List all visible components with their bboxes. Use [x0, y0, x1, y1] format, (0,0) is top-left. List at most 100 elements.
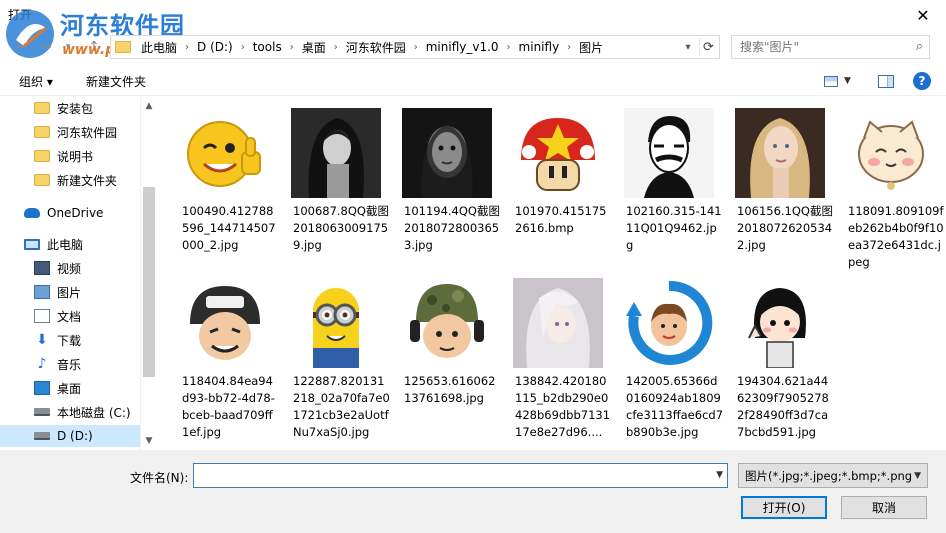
breadcrumb-item[interactable]: minifly [515, 40, 564, 54]
file-thumbnail [291, 278, 381, 368]
nav-item[interactable]: 桌面 [0, 377, 140, 399]
navigation-pane: 安装包河东软件园说明书 新建文件夹 OneDrive 此电脑视频图片文档 ⬇ 下载 ♪ 音乐桌… [0, 97, 156, 450]
filename-combobox[interactable]: ▼ [193, 463, 728, 488]
nav-item-label: 视频 [57, 261, 82, 276]
file-thumbnail [624, 108, 714, 198]
nav-item[interactable]: ⬇ 下载 [0, 329, 140, 351]
file-item[interactable]: 138842.420180115_b2db290e0428b69dbb71311… [493, 267, 610, 439]
preview-pane-button[interactable] [878, 71, 894, 91]
nav-item[interactable]: 说明书 [0, 145, 140, 167]
drive-icon [34, 432, 50, 440]
breadcrumb-separator-icon[interactable]: › [410, 42, 422, 53]
nav-item[interactable]: ♪ 音乐 [0, 353, 140, 375]
nav-item[interactable]: 本地磁盘 (C:) [0, 401, 140, 423]
search-box[interactable]: ⌕ [731, 35, 930, 59]
scroll-up-icon[interactable]: ▲ [141, 99, 156, 113]
file-name: 101970.4151752616.bmp [515, 204, 607, 235]
address-dropdown-icon[interactable]: ▾ [679, 38, 697, 56]
file-name: 118091.809109feb262b4b0f9f10ea372e6431dc… [848, 204, 944, 269]
address-bar[interactable]: 此电脑 › D (D:) › tools › 桌面 › 河东软件园 › minifly_v1.0 › m… [110, 35, 720, 59]
close-button[interactable]: ✕ [900, 0, 946, 30]
file-item[interactable]: 106156.1QQ截图20180726205342.jpg [715, 97, 833, 262]
nav-item-label: 图片 [57, 285, 82, 300]
file-name: 100490.412788596_144714507000_2.jpg [182, 204, 276, 252]
bottom-panel: 文件名(N): ▼ 图片(*.jpg;*.jpeg;*.bmp;*.png ▼ … [0, 450, 946, 533]
download-icon: ⬇ [36, 332, 48, 348]
organize-button[interactable]: 组织 ▾ [19, 73, 53, 90]
title-bar: 打开 ✕ [0, 0, 946, 32]
nav-item[interactable]: D (D:) [0, 425, 140, 447]
filename-input[interactable] [194, 464, 704, 487]
file-name: 106156.1QQ截图20180726205342.jpg [737, 204, 833, 252]
breadcrumb-separator-icon[interactable]: › [286, 42, 298, 53]
file-thumbnail [180, 278, 270, 368]
breadcrumb-item[interactable]: tools [249, 40, 286, 54]
nav-item-label: 本地磁盘 (C:) [57, 405, 131, 420]
file-name: 101194.4QQ截图20180728003653.jpg [404, 204, 500, 252]
breadcrumb-item[interactable]: D (D:) [193, 40, 237, 54]
nav-item[interactable]: 文档 [0, 305, 140, 327]
new-folder-button[interactable]: 新建文件夹 [86, 73, 146, 90]
file-item[interactable]: 101970.4151752616.bmp [493, 97, 606, 262]
file-name: 142005.65366d0160924ab1809cfe3113ffae6cd… [626, 374, 724, 439]
breadcrumb-item[interactable]: 图片 [575, 39, 607, 56]
nav-item-label: 桌面 [57, 381, 82, 396]
nav-item[interactable]: 安装包 [0, 97, 140, 119]
filetype-select[interactable]: 图片(*.jpg;*.jpeg;*.bmp;*.png ▼ [738, 463, 928, 488]
breadcrumb-separator-icon[interactable]: › [503, 42, 515, 53]
change-view-button[interactable]: ▼ [824, 71, 851, 91]
forward-arrow-icon[interactable]: → [36, 37, 56, 57]
file-item[interactable]: 100687.8QQ截图20180630091759.jpg [271, 97, 389, 262]
nav-scrollbar[interactable]: ▲ ▼ [140, 97, 156, 450]
chevron-down-icon[interactable]: ▼ [716, 470, 723, 480]
cancel-button[interactable]: 取消 [841, 496, 927, 519]
nav-item[interactable]: 视频 [0, 257, 140, 279]
nav-item[interactable]: 此电脑 [0, 233, 140, 255]
drive-icon [34, 408, 50, 416]
file-item[interactable]: 142005.65366d0160924ab1809cfe3113ffae6cd… [604, 267, 723, 439]
file-item[interactable]: 118404.84ea94d93-bb72-4d78-bceb-baad709f… [160, 267, 275, 439]
breadcrumb-separator-icon[interactable]: › [181, 42, 193, 53]
preview-pane-icon [878, 74, 894, 88]
view-icon [824, 75, 838, 87]
breadcrumb-separator-icon[interactable]: › [237, 42, 249, 53]
breadcrumb: 此电脑 › D (D:) › tools › 桌面 › 河东软件园 › minifly_v1.0 › m… [137, 39, 607, 56]
breadcrumb-separator-icon[interactable]: › [563, 42, 575, 53]
file-thumbnail [402, 108, 492, 198]
address-row: ← → ▾ ↑ 此电脑 › D (D:) › tools › 桌面 › 河东软件园 › minifl… [0, 33, 946, 61]
breadcrumb-item[interactable]: minifly_v1.0 [422, 40, 503, 54]
breadcrumb-item[interactable]: 此电脑 [137, 39, 181, 56]
nav-item[interactable]: 新建文件夹 [0, 169, 140, 191]
file-thumbnail [180, 108, 270, 198]
file-item[interactable]: 101194.4QQ截图20180728003653.jpg [382, 97, 500, 262]
refresh-icon[interactable]: ⟳ [699, 38, 717, 56]
scrollbar-thumb[interactable] [143, 187, 155, 377]
breadcrumb-item[interactable]: 桌面 [298, 39, 330, 56]
search-input[interactable] [732, 36, 902, 58]
toolbar: 组织 ▾ 新建文件夹 ▼ ? [0, 66, 946, 96]
open-button[interactable]: 打开(O) [741, 496, 827, 519]
file-item[interactable]: 100490.412788596_144714507000_2.jpg [160, 97, 276, 262]
file-item[interactable]: 194304.621a4462309f79052782f28490ff3d7ca… [715, 267, 829, 439]
file-item[interactable]: 102160.315-14111Q01Q9462.jpg [604, 97, 722, 262]
nav-item[interactable]: 河东软件园 [0, 121, 140, 143]
nav-item[interactable]: 图片 [0, 281, 140, 303]
file-item[interactable]: 118091.809109feb262b4b0f9f10ea372e6431dc… [826, 97, 944, 269]
file-name: 102160.315-14111Q01Q9462.jpg [626, 204, 722, 252]
up-arrow-icon[interactable]: ↑ [84, 37, 104, 57]
music-icon: ♪ [37, 356, 47, 372]
breadcrumb-separator-icon[interactable]: › [330, 42, 342, 53]
nav-item-label: 河东软件园 [57, 125, 118, 140]
file-item[interactable]: 122887.820131218_02a70fa7e01721cb3e2aUot… [271, 267, 390, 439]
nav-item[interactable]: OneDrive [0, 202, 140, 224]
back-arrow-icon[interactable]: ← [12, 37, 32, 57]
file-item[interactable]: 125653.61606213761698.jpg [382, 267, 495, 432]
help-button[interactable]: ? [913, 71, 931, 91]
breadcrumb-item[interactable]: 河东软件园 [342, 39, 410, 56]
recent-chevron-icon[interactable]: ▾ [58, 37, 78, 57]
scroll-down-icon[interactable]: ▼ [141, 434, 156, 448]
search-icon[interactable]: ⌕ [916, 39, 923, 54]
file-name: 125653.61606213761698.jpg [404, 374, 496, 405]
file-thumbnail [735, 108, 825, 198]
video-icon [34, 261, 50, 275]
